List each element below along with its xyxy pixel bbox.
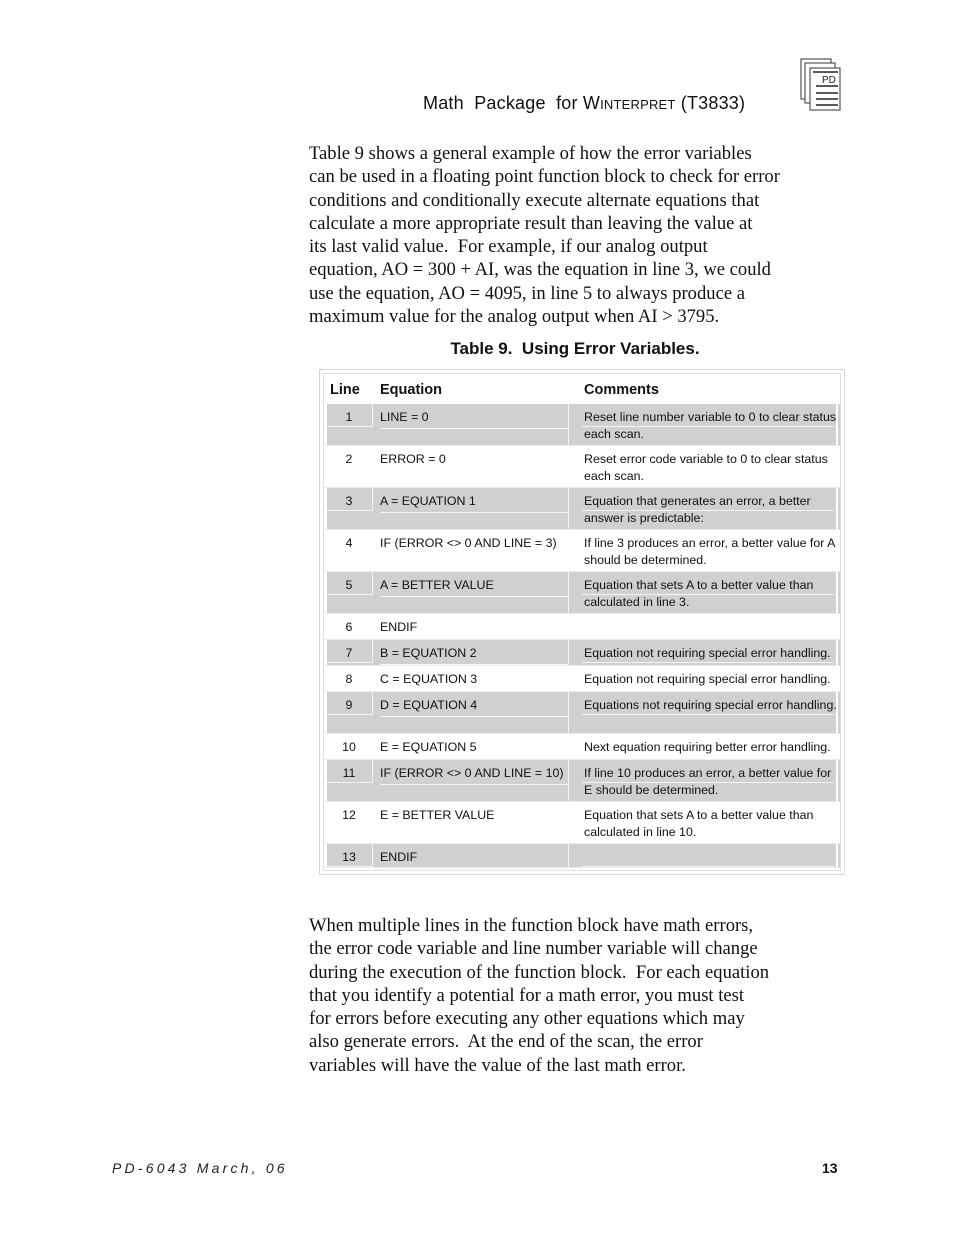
table-row: 13 ENDIF — [324, 844, 840, 869]
equation-cell: C = EQUATION 3 — [380, 672, 478, 686]
table-row: 6 ENDIF — [324, 614, 840, 640]
cell-rule — [582, 714, 834, 715]
comment-cell: Reset line number variable to 0 to clear… — [584, 410, 837, 441]
page-number: 13 — [822, 1160, 838, 1176]
table-row: 10 E = EQUATION 5 Next equation requiring … — [324, 734, 840, 760]
line-number-cell: 12 — [342, 808, 356, 822]
table-row: 9 D = EQUATION 4 Equations not requiring s… — [324, 692, 840, 734]
comment-cell: Equation that sets A to a better value t… — [584, 808, 814, 839]
text-line: calculate a more appropriate result than… — [309, 212, 753, 234]
cell-rule — [380, 784, 568, 785]
running-header-title: Math Package for Winterpret (T3833) — [423, 93, 745, 114]
text-line: the error code variable and line number … — [309, 938, 758, 960]
table-row: 5 A = BETTER VALUE Equation that sets A to… — [324, 572, 840, 614]
closing-paragraph: When multiple lines in the function bloc… — [309, 914, 849, 1077]
table-row: 12 E = BETTER VALUE Equation that sets A t… — [324, 802, 840, 844]
cell-rule — [380, 428, 568, 429]
header-product-name: Winterpret — [582, 93, 676, 113]
equation-cell: A = BETTER VALUE — [380, 578, 494, 592]
table-row: 4 IF (ERROR <> 0 AND LINE = 3) If line 3 p… — [324, 530, 840, 572]
text-line: that you identify a potential for a math… — [309, 984, 745, 1006]
line-number-cell: 4 — [345, 536, 353, 550]
footer-document-id: PD-6043 March, 06 — [112, 1160, 288, 1176]
table-row: 7 B = EQUATION 2 Equation not requiring sp… — [324, 640, 840, 666]
equation-cell: IF (ERROR <> 0 AND LINE = 10) — [380, 766, 564, 780]
table-caption: Table 9. Using Error Variables. — [450, 339, 700, 358]
header-title-suffix: (T3833) — [675, 93, 746, 113]
intro-paragraph: Table 9 shows a general example of how t… — [309, 142, 849, 328]
table-row: 8 C = EQUATION 3 Equation not requiring sp… — [324, 666, 840, 692]
cell-rule — [380, 596, 568, 597]
equation-cell: LINE = 0 — [380, 410, 429, 424]
comment-cell: Equation that generates an error, a bett… — [584, 494, 811, 525]
line-number-cell: 11 — [342, 766, 356, 780]
line-number-cell: 2 — [345, 452, 353, 466]
line-number-cell: 3 — [345, 494, 353, 508]
error-variables-table: Line Equation Comments 1 LINE = 0 Reset li… — [319, 369, 845, 875]
line-number-cell: 5 — [345, 578, 353, 592]
header-title-prefix: Math Package for — [423, 93, 583, 113]
comment-cell: Equation that sets A to a better value t… — [584, 578, 814, 609]
text-line: variables will have the value of the las… — [309, 1054, 686, 1076]
line-number-cell: 8 — [345, 672, 353, 686]
table-body: Line Equation Comments 1 LINE = 0 Reset li… — [323, 373, 841, 871]
text-line: maximum value for the analog output when… — [309, 306, 720, 328]
equation-cell: B = EQUATION 2 — [380, 646, 477, 660]
line-number-cell: 10 — [342, 740, 356, 754]
table-row: 2 ERROR = 0 Reset error code variable to 0… — [324, 446, 840, 488]
cell-rule — [380, 512, 568, 513]
text-line: use the equation, AO = 4095, in line 5 t… — [309, 282, 745, 304]
line-number-cell: 1 — [345, 410, 353, 424]
comment-cell: If line 3 produces an error, a better va… — [584, 536, 835, 567]
equation-cell: E = BETTER VALUE — [380, 808, 495, 822]
text-line: for errors before executing any other eq… — [309, 1008, 745, 1030]
equation-cell: ENDIF — [380, 850, 418, 864]
equation-cell: E = EQUATION 5 — [380, 740, 477, 754]
table-row: 1 LINE = 0 Reset line number variable to 0… — [324, 404, 840, 446]
comment-cell: Equation not requiring special error han… — [584, 672, 831, 686]
equation-cell: IF (ERROR <> 0 AND LINE = 3) — [380, 536, 557, 550]
line-number-cell: 7 — [345, 646, 353, 660]
equation-cell: A = EQUATION 1 — [380, 494, 476, 508]
pd-document-stack-icon: PD — [800, 58, 841, 111]
text-line: during the execution of the function blo… — [309, 961, 770, 983]
column-header-comments: Comments — [584, 382, 659, 398]
text-line: When multiple lines in the function bloc… — [309, 915, 754, 936]
comment-cell: If line 10 produces an error, a better v… — [584, 766, 832, 797]
table-row: 11 IF (ERROR <> 0 AND LINE = 10) If line 1… — [324, 760, 840, 802]
equation-cell: ERROR = 0 — [380, 452, 446, 466]
column-header-equation: Equation — [380, 382, 443, 398]
text-line: its last valid value. For example, if ou… — [309, 236, 708, 258]
logo-text: PD — [822, 75, 836, 86]
comment-cell: Equation not requiring special error han… — [584, 646, 831, 660]
line-number-cell: 9 — [345, 698, 353, 712]
comment-cell: Equations not requiring special error ha… — [584, 698, 837, 712]
text-line: equation, AO = 300 + AI, was the equatio… — [309, 259, 771, 281]
text-line: conditions and conditionally execute alt… — [309, 189, 760, 211]
table-header-row: Line Equation Comments — [324, 374, 840, 404]
text-line: can be used in a floating point function… — [309, 166, 780, 188]
cell-rule — [582, 662, 834, 663]
line-number-cell: 6 — [345, 620, 353, 634]
text-line: also generate errors. At the end of the … — [309, 1031, 703, 1053]
line-number-cell: 13 — [342, 850, 356, 864]
equation-cell: ENDIF — [380, 620, 418, 634]
row-divider — [324, 867, 840, 868]
cell-rule — [380, 716, 568, 717]
text-line: Table 9 shows a general example of how t… — [309, 143, 752, 164]
cell-rule — [380, 868, 568, 869]
table-row: 3 A = EQUATION 1 Equation that generates a… — [324, 488, 840, 530]
column-header-line: Line — [330, 382, 360, 398]
equation-cell: D = EQUATION 4 — [380, 698, 478, 712]
comment-cell: Next equation requiring better error han… — [584, 740, 831, 754]
comment-cell: Reset error code variable to 0 to clear … — [584, 452, 828, 483]
